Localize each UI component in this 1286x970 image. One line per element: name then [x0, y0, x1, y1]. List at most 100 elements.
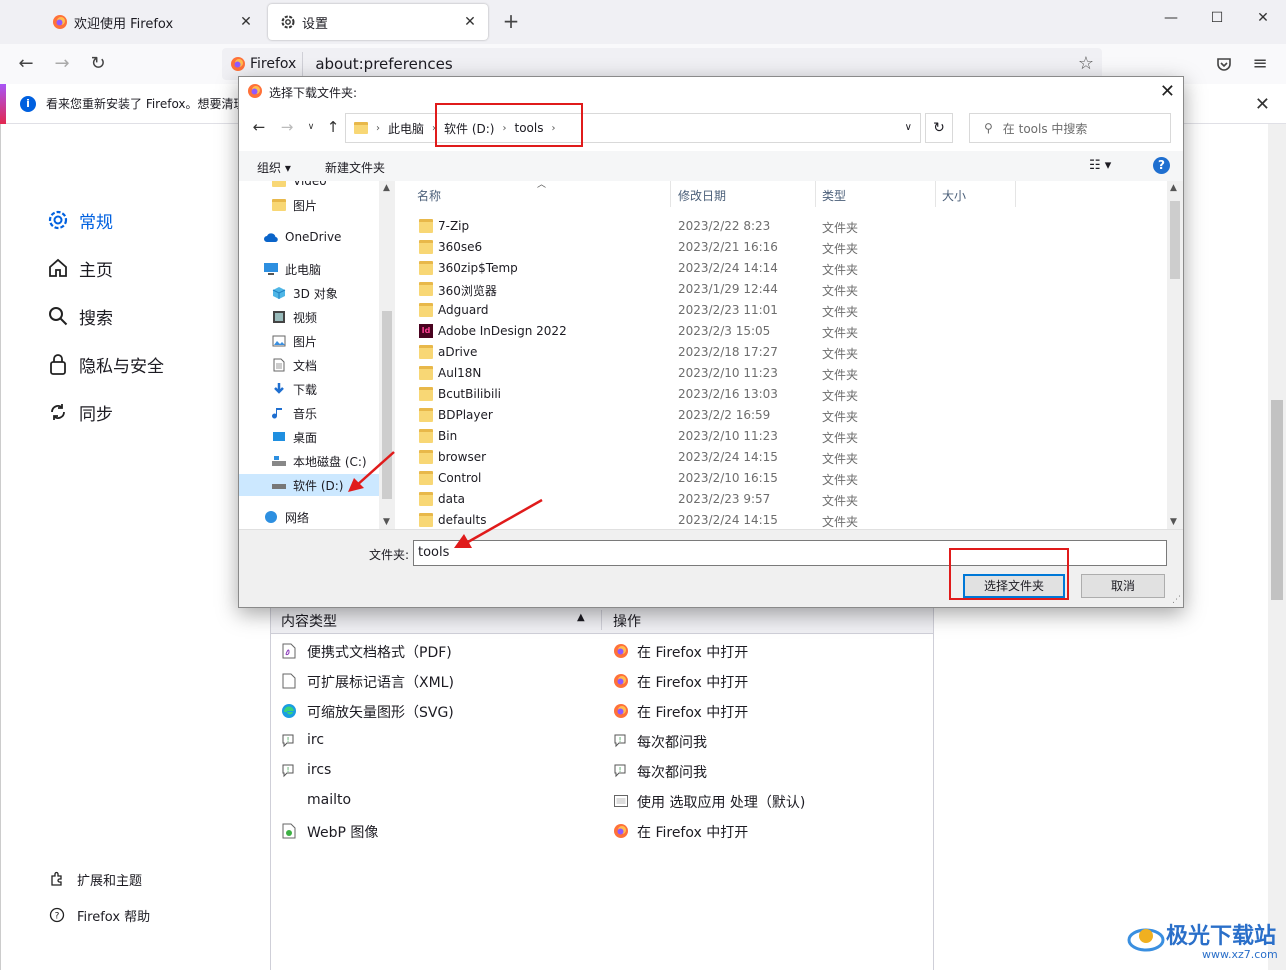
star-icon[interactable]: ☆	[1078, 53, 1094, 74]
close-icon[interactable]: ✕	[1160, 81, 1175, 102]
menu-icon[interactable]: ≡	[1248, 52, 1272, 76]
folder-icon	[419, 408, 433, 422]
resize-grip-icon[interactable]: ⋰	[1172, 595, 1181, 605]
file-row[interactable]: 360浏览器 2023/1/29 12:44 文件夹	[397, 279, 1167, 300]
column-date[interactable]: 修改日期	[678, 187, 726, 204]
table-row[interactable]: 便携式文档格式（PDF) 在 Firefox 中打开	[271, 636, 933, 666]
column-content-type[interactable]: 内容类型	[281, 611, 337, 631]
file-row[interactable]: 7-Zip 2023/2/22 8:23 文件夹	[397, 216, 1167, 237]
tree-item[interactable]: Video	[271, 181, 327, 192]
action-select[interactable]: 使用 选取应用 处理（默认)	[637, 792, 805, 812]
search-input[interactable]: ⚲ 在 tools 中搜索	[969, 113, 1171, 143]
tree-item[interactable]: 此电脑	[263, 258, 321, 280]
back-icon[interactable]: ←	[14, 52, 38, 76]
column-type[interactable]: 类型	[822, 187, 846, 204]
column-action[interactable]: 操作	[613, 611, 641, 631]
table-row[interactable]: mailto 使用 选取应用 处理（默认)	[271, 786, 933, 816]
reload-icon[interactable]: ↻	[86, 52, 110, 76]
url-text[interactable]: about:preferences	[315, 55, 452, 73]
forward-icon[interactable]: →	[277, 118, 297, 136]
tab-settings[interactable]: 设置 ✕	[268, 4, 488, 40]
window-close-icon[interactable]: ✕	[1240, 10, 1286, 34]
close-icon[interactable]: ✕	[234, 14, 258, 30]
tree-item[interactable]: 网络	[263, 506, 309, 528]
cancel-button[interactable]: 取消	[1081, 574, 1165, 598]
scroll-up-icon[interactable]: ▲	[1170, 183, 1177, 193]
nav-general[interactable]: 常规	[45, 205, 113, 235]
tree-item[interactable]: 桌面	[271, 426, 317, 448]
file-row[interactable]: BcutBilibili 2023/2/16 13:03 文件夹	[397, 384, 1167, 405]
nav-home[interactable]: 主页	[45, 253, 113, 283]
nav-addons[interactable]: 扩展和主题	[47, 868, 142, 890]
tree-item[interactable]: 文档	[271, 354, 317, 376]
scroll-down-icon[interactable]: ▼	[1170, 517, 1177, 527]
tree-item[interactable]: 图片	[271, 194, 317, 216]
close-icon[interactable]: ✕	[458, 14, 482, 30]
action-select[interactable]: 在 Firefox 中打开	[637, 702, 748, 722]
close-icon[interactable]: ✕	[1255, 94, 1270, 115]
nav-search[interactable]: 搜索	[45, 301, 113, 331]
forward-icon[interactable]: →	[50, 52, 74, 76]
column-size[interactable]: 大小	[942, 187, 966, 204]
nav-sync[interactable]: 同步	[45, 397, 113, 427]
tree-item[interactable]: 音乐	[271, 402, 317, 424]
page-scrollbar[interactable]	[1268, 124, 1286, 970]
column-name[interactable]: 名称	[417, 187, 441, 204]
scroll-up-icon[interactable]: ▲	[383, 183, 390, 193]
nav-label: 同步	[79, 404, 113, 425]
action-select[interactable]: 在 Firefox 中打开	[637, 642, 748, 662]
action-select[interactable]: 在 Firefox 中打开	[637, 672, 748, 692]
action-select[interactable]: 每次都问我	[637, 762, 707, 782]
file-row[interactable]: Id Adobe InDesign 2022 2023/2/3 15:05 文件夹	[397, 321, 1167, 342]
action-select[interactable]: 在 Firefox 中打开	[637, 822, 748, 842]
chevron-down-icon[interactable]: ∨	[905, 122, 912, 133]
new-folder-button[interactable]: 新建文件夹	[325, 159, 385, 176]
action-select[interactable]: 每次都问我	[637, 732, 707, 752]
tree-item[interactable]: 下载	[271, 378, 317, 400]
tab-welcome[interactable]: 欢迎使用 Firefox ✕	[40, 4, 264, 40]
dialog-title: 选择下载文件夹:	[269, 85, 358, 100]
help-icon[interactable]: ?	[1153, 157, 1170, 174]
file-row[interactable]: 360zip$Temp 2023/2/24 14:14 文件夹	[397, 258, 1167, 279]
file-row[interactable]: 360se6 2023/2/21 16:16 文件夹	[397, 237, 1167, 258]
scrollbar-thumb[interactable]	[1271, 400, 1283, 600]
scrollbar-thumb[interactable]	[1170, 201, 1180, 279]
back-icon[interactable]: ←	[249, 118, 269, 136]
annotation-box-select-button	[949, 548, 1069, 600]
table-row[interactable]: ! ircs! 每次都问我	[271, 756, 933, 786]
address-bar[interactable]: › 此电脑 › 软件 (D:) › tools › ∨	[345, 113, 921, 143]
up-icon[interactable]: ↑	[323, 118, 343, 136]
organize-button[interactable]: 组织 ▾	[257, 159, 291, 176]
file-row[interactable]: Aul18N 2023/2/10 11:23 文件夹	[397, 363, 1167, 384]
tree-item[interactable]: 视频	[271, 306, 317, 328]
nav-help[interactable]: ? Firefox 帮助	[47, 904, 150, 926]
nav-footer-label: Firefox 帮助	[77, 909, 151, 925]
file-row[interactable]: aDrive 2023/2/18 17:27 文件夹	[397, 342, 1167, 363]
nav-privacy[interactable]: 隐私与安全	[45, 349, 164, 379]
tree-item[interactable]: 3D 对象	[271, 282, 338, 304]
minimize-icon[interactable]: —	[1148, 10, 1194, 34]
tree-item[interactable]: OneDrive	[263, 226, 341, 248]
recent-chevron-icon[interactable]: ∨	[301, 122, 321, 132]
table-row[interactable]: 可缩放矢量图形（SVG) 在 Firefox 中打开	[271, 696, 933, 726]
table-row[interactable]: WebP 图像 在 Firefox 中打开	[271, 816, 933, 846]
tree-item[interactable]: 图片	[271, 330, 317, 352]
scroll-down-icon[interactable]: ▼	[383, 517, 390, 527]
maximize-icon[interactable]: ☐	[1194, 10, 1240, 34]
identity-box[interactable]: Firefox	[222, 52, 304, 76]
pocket-icon[interactable]	[1212, 52, 1236, 76]
file-row[interactable]: Control 2023/2/10 16:15 文件夹	[397, 468, 1167, 489]
file-row[interactable]: Bin 2023/2/10 11:23 文件夹	[397, 426, 1167, 447]
table-row[interactable]: 可扩展标记语言（XML) 在 Firefox 中打开	[271, 666, 933, 696]
breadcrumb-this-pc[interactable]: 此电脑	[388, 120, 424, 137]
file-row[interactable]: browser 2023/2/24 14:15 文件夹	[397, 447, 1167, 468]
document-icon	[271, 357, 287, 373]
refresh-icon[interactable]: ↻	[925, 113, 953, 143]
table-row[interactable]: ! irc! 每次都问我	[271, 726, 933, 756]
file-row[interactable]: BDPlayer 2023/2/2 16:59 文件夹	[397, 405, 1167, 426]
file-row[interactable]: Adguard 2023/2/23 11:01 文件夹	[397, 300, 1167, 321]
new-tab-button[interactable]: +	[500, 10, 522, 32]
breadcrumb-separator-icon: ›	[376, 122, 380, 134]
file-list-scrollbar[interactable]: ▲ ▼	[1167, 181, 1183, 529]
view-options-icon[interactable]: ☷ ▾	[1089, 158, 1111, 173]
